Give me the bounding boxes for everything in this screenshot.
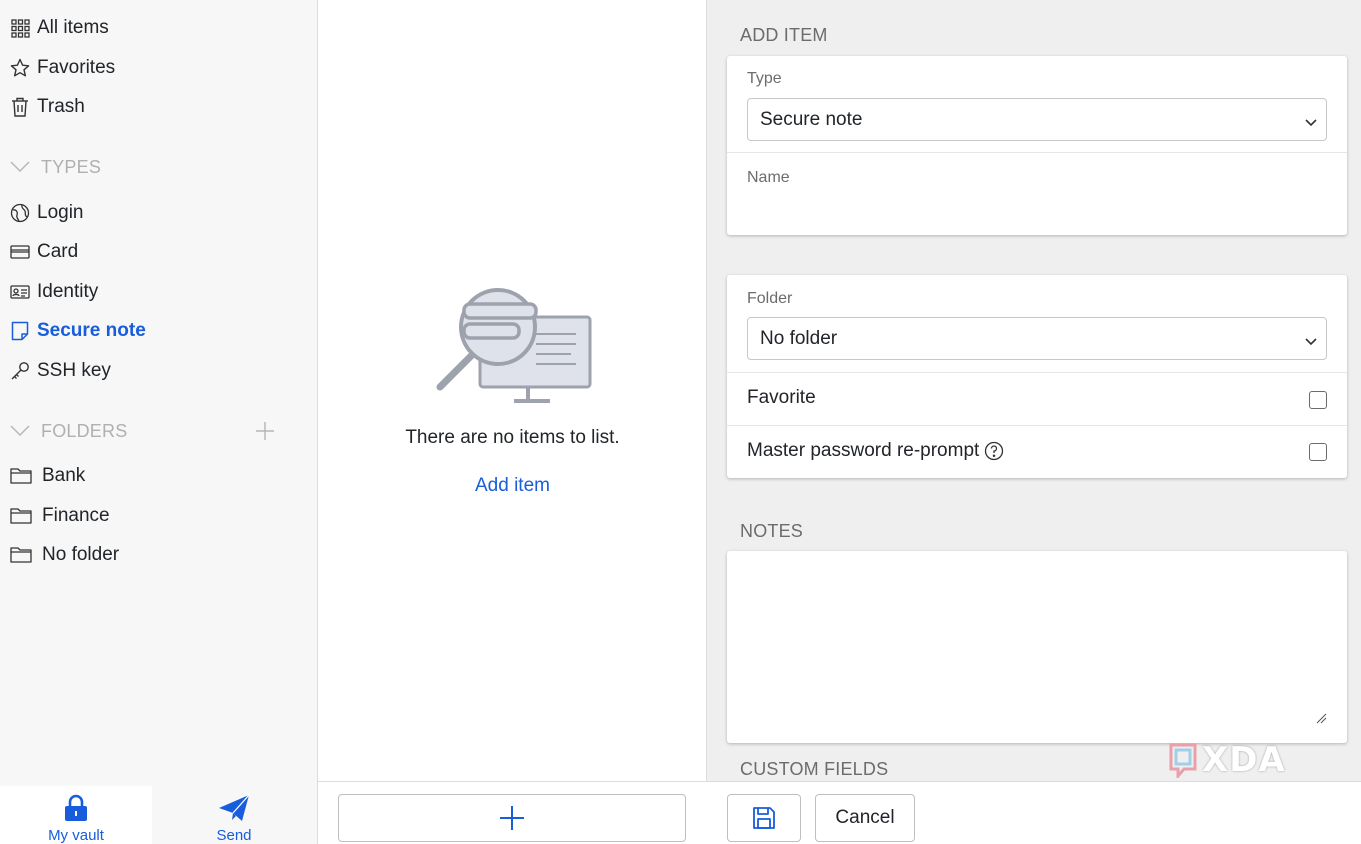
send-tab[interactable]: Send — [158, 786, 310, 844]
sidebar-item-identity[interactable]: Identity — [10, 277, 98, 307]
reprompt-label-text: Master password re-prompt — [747, 440, 980, 461]
favorite-label: Favorite — [747, 387, 816, 409]
divider — [727, 372, 1347, 373]
type-select[interactable]: Secure note — [747, 98, 1327, 141]
my-vault-tab[interactable]: My vault — [0, 786, 152, 844]
watermark-text: XDA — [1202, 740, 1286, 780]
sidebar-item-login[interactable]: Login — [10, 198, 84, 228]
bottom-nav: My vault Send — [0, 786, 318, 844]
chevron-down-icon — [10, 160, 30, 174]
sticky-note-icon — [10, 321, 30, 341]
save-button[interactable] — [727, 794, 801, 842]
cancel-button[interactable]: Cancel — [815, 794, 915, 842]
sidebar-folder-finance[interactable]: Finance — [10, 501, 110, 531]
notes-card — [727, 551, 1347, 743]
sidebar: All items Favorites Trash TYPES Login Ca… — [0, 0, 318, 844]
sidebar-item-trash[interactable]: Trash — [10, 92, 85, 122]
sidebar-folder-bank[interactable]: Bank — [10, 461, 85, 491]
folder-icon — [10, 545, 32, 565]
type-label: Type — [747, 70, 782, 87]
sidebar-item-card[interactable]: Card — [10, 237, 78, 267]
sidebar-item-label: No folder — [42, 544, 120, 565]
types-heading: TYPES — [41, 156, 102, 177]
chevron-down-icon — [1304, 332, 1318, 346]
item-options-card: Folder No folder Favorite Master passwor… — [727, 275, 1347, 478]
sidebar-item-all-items[interactable]: All items — [10, 13, 109, 43]
resize-handle-icon[interactable] — [1315, 711, 1327, 724]
list-footer — [318, 781, 707, 844]
send-label: Send — [216, 827, 252, 844]
sidebar-item-favorites[interactable]: Favorites — [10, 53, 115, 83]
star-icon — [10, 58, 30, 78]
add-folder-button[interactable] — [253, 419, 277, 443]
folders-heading: FOLDERS — [41, 420, 128, 441]
custom-fields-heading: CUSTOM FIELDS — [740, 759, 889, 779]
credit-card-icon — [10, 242, 30, 262]
name-label: Name — [747, 169, 790, 186]
my-vault-label: My vault — [48, 827, 104, 844]
trash-icon — [10, 97, 30, 117]
sidebar-item-label: Card — [37, 241, 79, 262]
folder-icon — [10, 506, 32, 526]
help-circle-icon[interactable] — [984, 441, 1004, 461]
paper-plane-icon — [218, 793, 250, 823]
key-icon — [10, 361, 30, 381]
reprompt-checkbox[interactable] — [1309, 443, 1327, 461]
folders-section-toggle[interactable]: FOLDERS — [10, 419, 127, 443]
no-items-illustration-icon — [436, 284, 592, 408]
empty-list-message: There are no items to list. — [405, 427, 620, 448]
chevron-down-icon — [10, 424, 30, 438]
type-select-value: Secure note — [760, 108, 863, 130]
add-item-button[interactable] — [338, 794, 686, 842]
item-list-pane: There are no items to list. Add item — [318, 0, 707, 844]
sidebar-item-ssh-key[interactable]: SSH key — [10, 356, 111, 386]
folder-label: Folder — [747, 290, 793, 307]
folder-icon — [10, 466, 32, 486]
item-info-card: Type Secure note Name — [727, 56, 1347, 235]
xda-watermark: XDA — [1168, 740, 1286, 780]
sidebar-item-label: SSH key — [37, 360, 111, 381]
sidebar-item-label: Favorites — [37, 57, 116, 78]
floppy-disk-icon — [753, 807, 775, 829]
sidebar-folder-no-folder[interactable]: No folder — [10, 540, 119, 570]
sidebar-item-label: Finance — [42, 505, 110, 526]
add-item-link[interactable]: Add item — [318, 475, 707, 497]
favorite-label-text: Favorite — [747, 387, 816, 408]
globe-icon — [10, 203, 30, 223]
notes-textarea[interactable] — [727, 551, 1347, 743]
divider — [727, 425, 1347, 426]
sidebar-item-label: Secure note — [37, 320, 146, 341]
sidebar-item-label: Login — [37, 202, 84, 223]
divider — [727, 152, 1347, 153]
form-footer: Cancel — [707, 781, 1361, 844]
sidebar-item-label: Bank — [42, 465, 86, 486]
plus-icon — [256, 422, 274, 440]
id-card-icon — [10, 282, 30, 302]
sidebar-item-secure-note[interactable]: Secure note — [10, 316, 146, 346]
sidebar-item-label: All items — [37, 17, 109, 38]
add-item-heading: ADD ITEM — [740, 25, 828, 45]
grid-icon — [10, 18, 30, 38]
types-section-toggle[interactable]: TYPES — [10, 155, 101, 179]
favorite-checkbox[interactable] — [1309, 391, 1327, 409]
reprompt-label: Master password re-prompt — [747, 440, 1004, 462]
sidebar-item-label: Identity — [37, 281, 99, 302]
folder-select[interactable]: No folder — [747, 317, 1327, 360]
xda-logo-icon — [1169, 743, 1197, 778]
plus-icon — [500, 806, 524, 830]
add-item-form: ADD ITEM Type Secure note Name Folder No… — [707, 0, 1361, 844]
lock-icon — [63, 793, 89, 823]
notes-heading: NOTES — [740, 521, 804, 541]
chevron-down-icon — [1304, 113, 1318, 127]
name-input[interactable] — [747, 196, 1327, 222]
sidebar-item-label: Trash — [37, 96, 85, 117]
folder-select-value: No folder — [760, 327, 838, 349]
